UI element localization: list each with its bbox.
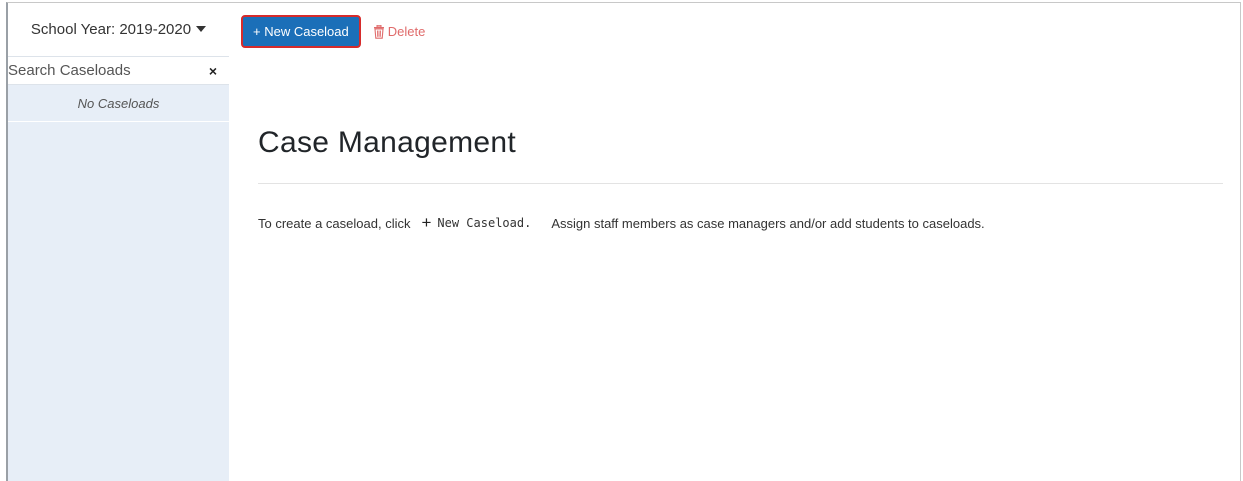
trash-icon bbox=[373, 24, 384, 39]
divider bbox=[258, 183, 1223, 184]
new-caseload-button[interactable]: + New Caseload bbox=[241, 15, 361, 48]
school-year-dropdown[interactable]: School Year: 2019-2020 bbox=[8, 3, 229, 57]
plus-icon: + bbox=[421, 213, 432, 232]
caret-down-icon bbox=[196, 25, 207, 32]
instructions: To create a caseload, click + New Caselo… bbox=[258, 213, 985, 233]
instructions-before: To create a caseload, click bbox=[258, 215, 411, 231]
clear-search-icon[interactable]: × bbox=[209, 63, 217, 79]
search-caseloads-input[interactable] bbox=[8, 57, 178, 84]
empty-caseloads-message: No Caseloads bbox=[8, 85, 229, 122]
instructions-after: Assign staff members as case managers an… bbox=[551, 215, 985, 231]
instructions-code: New Caseload. bbox=[437, 216, 532, 230]
toolbar: + New Caseload Delete bbox=[241, 15, 425, 48]
delete-label: Delete bbox=[387, 24, 426, 39]
search-row: × bbox=[8, 57, 229, 85]
page-title: Case Management bbox=[258, 126, 516, 159]
delete-button[interactable]: Delete bbox=[373, 24, 426, 39]
sidebar: School Year: 2019-2020 × No Caseloads bbox=[8, 3, 229, 481]
school-year-label: School Year: 2019-2020 bbox=[30, 21, 192, 38]
